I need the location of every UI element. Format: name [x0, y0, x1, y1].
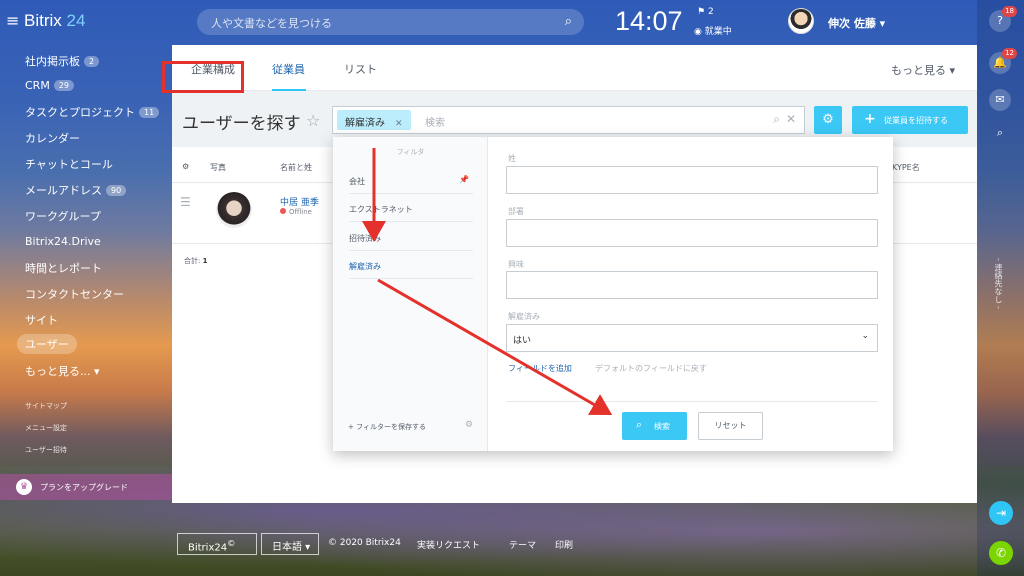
divider [506, 401, 878, 402]
contacts-empty-text: - 連絡先なし - [994, 258, 1003, 309]
add-field-link[interactable]: フィールドを追加 [508, 363, 572, 374]
messenger-icon[interactable]: ✉ [989, 89, 1011, 111]
column-name[interactable]: 名前と姓 [280, 162, 312, 173]
sidebar-menu-settings[interactable]: メニュー設定 [25, 423, 67, 433]
page-title: ユーザーを探す [182, 114, 301, 134]
filter-chip-dismissed[interactable]: 解雇済み ✕ [337, 110, 411, 130]
search-icon: ⌕ [564, 14, 572, 29]
drag-handle-icon[interactable]: ☰ [180, 195, 191, 209]
field-label-dismissed: 解雇済み [508, 312, 540, 321]
search-button[interactable]: ⌕ 検索 [622, 412, 687, 440]
flag-counter[interactable]: ⚑ 2 [697, 7, 714, 17]
field-label-lastname: 姓 [508, 154, 516, 163]
filter-popup: フィルタ 会社 📌 エクストラネット 招待済み 解雇済み + フィルターを保存する… [333, 137, 893, 451]
right-bar: ? 18 🔔 12 ✉ ⌕ - 連絡先なし - ⇥ ✆ [977, 0, 1024, 576]
close-icon[interactable]: ✕ [395, 119, 403, 129]
copyright: © 2020 Bitrix24 [328, 538, 401, 548]
language-select[interactable]: 日本語 ▾ [261, 533, 319, 555]
footer-link-theme[interactable]: テーマ [509, 538, 536, 551]
footer-brand[interactable]: Bitrix24© [177, 533, 257, 555]
top-bar: ≡ Bitrix 24 人や文書などを見つける ⌕ 14:07 ⚑ 2 ◉ 就業… [0, 0, 1024, 44]
sidebar-item-calendar[interactable]: カレンダー [25, 130, 80, 146]
sidebar-item-time[interactable]: 時間とレポート [25, 260, 102, 276]
more-menu[interactable]: もっと見る ▾ [891, 62, 955, 78]
interests-input[interactable] [506, 271, 878, 299]
user-photo[interactable] [216, 192, 252, 228]
tab-lists[interactable]: リスト [344, 61, 377, 77]
user-status: Offline [280, 208, 312, 216]
chevron-down-icon: ⌄ [861, 331, 869, 341]
department-input[interactable] [506, 219, 878, 247]
gear-icon[interactable]: ⚙ [465, 420, 473, 430]
pin-icon[interactable]: 📌 [459, 175, 469, 184]
field-label-interests: 興味 [508, 260, 524, 269]
preset-extranet[interactable]: エクストラネット [349, 194, 473, 222]
help-icon[interactable]: ? 18 [989, 6, 1017, 32]
column-skype[interactable]: KYPE名 [892, 162, 920, 173]
sidebar-invite-users[interactable]: ユーザー招待 [25, 445, 67, 455]
upgrade-plan-button[interactable]: ♛ プランをアップグレード [0, 474, 172, 500]
settings-button[interactable]: ⚙ [814, 106, 842, 134]
search-icon: ⌕ [636, 418, 643, 431]
user-name-link[interactable]: 中居 亜季 [280, 195, 319, 208]
sidebar-item-mail[interactable]: メールアドレス 90 [25, 182, 127, 198]
menu-icon[interactable]: ≡ [6, 13, 19, 29]
filter-search-box[interactable]: 解雇済み ✕ 検索 ⌕ ✕ [332, 106, 805, 134]
clear-icon[interactable]: ✕ [786, 112, 796, 126]
filter-search-input[interactable]: 検索 [425, 114, 445, 129]
sidebar-item-tasks[interactable]: タスクとプロジェクト 11 [25, 104, 160, 120]
preset-dismissed[interactable]: 解雇済み [349, 251, 473, 279]
sidebar-item-sites[interactable]: サイト [25, 312, 58, 328]
avatar[interactable] [788, 8, 814, 34]
preset-company[interactable]: 会社 📌 [349, 166, 473, 194]
total-count: 合計: 1 [184, 257, 208, 265]
annotation-highlight-box [162, 61, 244, 93]
plus-icon: + [864, 111, 876, 127]
dismissed-select[interactable]: はい ⌄ [506, 324, 878, 352]
clock[interactable]: 14:07 [615, 6, 683, 37]
column-photo[interactable]: 写真 [210, 162, 226, 173]
invite-employee-button[interactable]: + 従業員を招待する [852, 106, 968, 134]
user-menu[interactable]: 伸次 佐藤 ▾ [828, 15, 885, 31]
global-search-input[interactable]: 人や文書などを見つける ⌕ [197, 9, 584, 35]
logo[interactable]: Bitrix 24 [24, 11, 85, 31]
sidebar-sitemap[interactable]: サイトマップ [25, 401, 67, 411]
footer-link-print[interactable]: 印刷 [555, 538, 573, 551]
lastname-input[interactable] [506, 166, 878, 194]
status-dot [280, 208, 286, 214]
sidebar-item-contact-center[interactable]: コンタクトセンター [25, 286, 124, 302]
sidebar-item-users[interactable]: ユーザー [17, 334, 77, 354]
crown-icon: ♛ [16, 479, 32, 495]
sidebar-item-crm[interactable]: CRM 29 [25, 79, 75, 92]
reset-button[interactable]: リセット [698, 412, 763, 440]
sidebar-item-chat[interactable]: チャットとコール [25, 156, 113, 172]
footer-link-implementation[interactable]: 実装リクエスト [417, 538, 480, 551]
sidebar-item-drive[interactable]: Bitrix24.Drive [25, 235, 101, 248]
sidebar-item-feed[interactable]: 社内掲示板 2 [25, 53, 100, 69]
preset-invited[interactable]: 招待済み [349, 223, 473, 251]
star-icon[interactable]: ☆ [306, 111, 320, 130]
search-icon[interactable]: ⌕ [989, 122, 1011, 144]
sidebar-item-workgroups[interactable]: ワークグループ [25, 208, 101, 224]
tabs: 企業構成 従業員 リスト もっと見る ▾ [172, 45, 977, 91]
exit-icon[interactable]: ⇥ [989, 501, 1013, 525]
sidebar-item-more[interactable]: もっと見る... ▾ [25, 363, 100, 379]
tab-employees[interactable]: 従業員 [272, 61, 305, 77]
search-icon[interactable]: ⌕ [773, 112, 780, 127]
phone-icon[interactable]: ✆ [989, 541, 1013, 565]
filter-presets: フィルタ 会社 📌 エクストラネット 招待済み 解雇済み + フィルターを保存する… [333, 137, 488, 451]
field-label-department: 部署 [508, 207, 524, 216]
restore-default-fields-link[interactable]: デフォルトのフィールドに戻す [595, 363, 707, 374]
save-filter-button[interactable]: + フィルターを保存する [348, 422, 426, 432]
work-status[interactable]: ◉ 就業中 [694, 24, 732, 37]
column-settings-icon[interactable]: ⚙ [182, 162, 189, 171]
bell-icon[interactable]: 🔔 12 [989, 48, 1017, 74]
